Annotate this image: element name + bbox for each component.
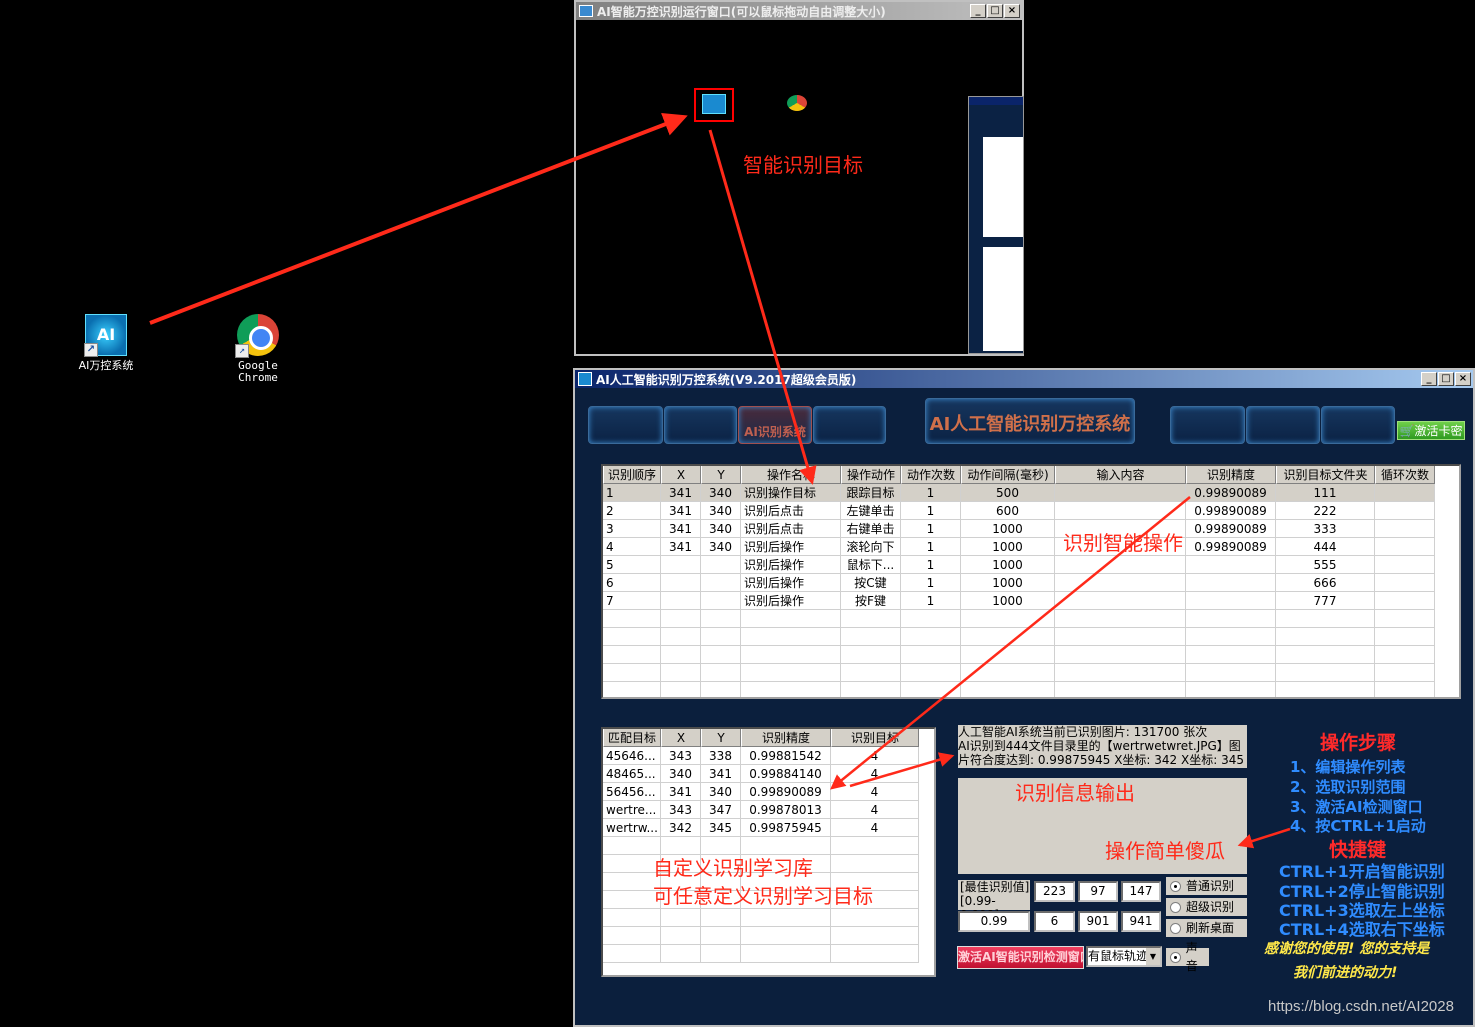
arrow-to-steps — [1237, 827, 1291, 849]
annotation-arrows — [149, 113, 1291, 849]
arrow-to-operation — [708, 129, 817, 485]
arrow-to-target — [149, 113, 688, 325]
arrow-to-library — [830, 496, 1191, 790]
